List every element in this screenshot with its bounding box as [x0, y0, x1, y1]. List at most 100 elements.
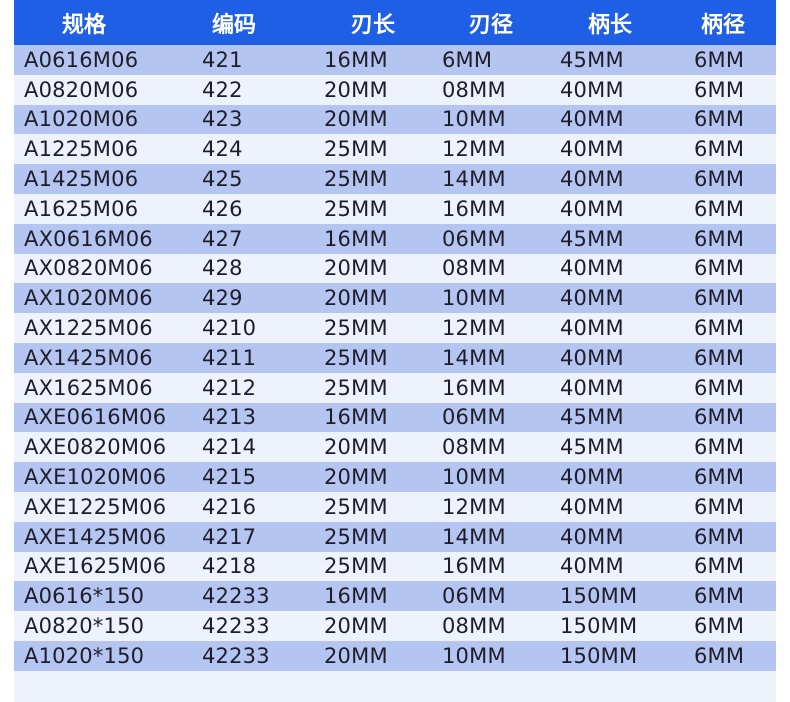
- cell-code: 428: [202, 256, 243, 281]
- table-row: AXE1225M06 4216 25MM 12MM 40MM 6MM: [14, 491, 776, 522]
- cell-shank-diameter: 6MM: [694, 554, 745, 579]
- table-row: AX1425M06 4211 25MM 14MM 40MM 6MM: [14, 342, 776, 373]
- cell-spec: AXE1425M06: [24, 524, 167, 549]
- cell-spec: A1625M06: [24, 196, 139, 221]
- cell-blade-length: 25MM: [324, 316, 388, 341]
- cell-spec: A0820*150: [24, 614, 145, 639]
- cell-shank-length: 40MM: [560, 554, 624, 579]
- cell-code: 42233: [202, 643, 270, 668]
- table-row: A0820*150 42233 20MM 08MM 150MM 6MM: [14, 611, 776, 641]
- cell-shank-diameter: 6MM: [694, 137, 745, 162]
- table-header: 规格 编码 刃长 刃径 柄长 柄径: [14, 0, 776, 45]
- cell-shank-length: 45MM: [560, 226, 624, 251]
- cell-blade-length: 20MM: [324, 614, 388, 639]
- cell-shank-diameter: 6MM: [694, 77, 745, 102]
- table-row: AX1225M06 4210 25MM 12MM 40MM 6MM: [14, 313, 776, 343]
- cell-shank-length: 40MM: [560, 524, 624, 549]
- cell-shank-length: 40MM: [560, 286, 624, 311]
- cell-code: 42233: [202, 614, 270, 639]
- table-row: A1225M06 424 25MM 12MM 40MM 6MM: [14, 134, 776, 165]
- header-shank-length: 柄长: [587, 12, 632, 38]
- cell-shank-diameter: 6MM: [694, 524, 745, 549]
- cell-blade-diameter: 10MM: [442, 107, 506, 132]
- cell-code: 4211: [202, 345, 257, 370]
- cell-blade-length: 25MM: [324, 345, 388, 370]
- table-row: AX1625M06 4212 25MM 16MM 40MM 6MM: [14, 372, 776, 403]
- cell-shank-length: 40MM: [560, 107, 624, 132]
- cell-blade-diameter: 06MM: [442, 584, 506, 609]
- cell-spec: A0616*150: [24, 584, 145, 609]
- cell-blade-length: 20MM: [324, 256, 388, 281]
- cell-shank-length: 45MM: [560, 405, 624, 430]
- cell-blade-diameter: 08MM: [442, 77, 506, 102]
- cell-code: 429: [202, 286, 243, 311]
- cell-shank-diameter: 6MM: [694, 226, 745, 251]
- cell-blade-length: 25MM: [324, 137, 388, 162]
- table-body: A0616M06 421 16MM 6MM 45MM 6MM A0820M06 422 20MM…: [14, 45, 776, 671]
- cell-shank-length: 40MM: [560, 77, 624, 102]
- cell-shank-diameter: 6MM: [694, 167, 745, 192]
- cell-spec: AX0616M06: [24, 226, 153, 251]
- table-row: AX0820M06 428 20MM 08MM 40MM 6MM: [14, 253, 776, 284]
- cell-shank-length: 40MM: [560, 196, 624, 221]
- cell-shank-diameter: 6MM: [694, 643, 745, 668]
- header-blade-length: 刃长: [350, 12, 395, 38]
- cell-blade-diameter: 12MM: [442, 137, 506, 162]
- cell-code: 4215: [202, 465, 257, 490]
- cell-shank-length: 40MM: [560, 316, 624, 341]
- table-row: A1625M06 426 25MM 16MM 40MM 6MM: [14, 193, 776, 224]
- cell-code: 427: [202, 226, 243, 251]
- cell-shank-length: 40MM: [560, 465, 624, 490]
- cell-shank-length: 40MM: [560, 345, 624, 370]
- cell-blade-length: 25MM: [324, 494, 388, 519]
- cell-blade-length: 16MM: [324, 226, 388, 251]
- cell-code: 4214: [202, 435, 257, 460]
- cell-spec: AX1625M06: [24, 375, 153, 400]
- cell-spec: A1020M06: [24, 107, 139, 132]
- cell-code: 421: [202, 47, 243, 72]
- cell-blade-length: 25MM: [324, 375, 388, 400]
- cell-shank-diameter: 6MM: [694, 286, 745, 311]
- cell-code: 4213: [202, 405, 257, 430]
- cell-blade-diameter: 06MM: [442, 405, 506, 430]
- table-row: A1020M06 423 20MM 10MM 40MM 6MM: [14, 104, 776, 135]
- cell-blade-diameter: 06MM: [442, 226, 506, 251]
- table-row: AXE1425M06 4217 25MM 14MM 40MM 6MM: [14, 521, 776, 552]
- cell-spec: A1020*150: [24, 643, 145, 668]
- cell-spec: AX1425M06: [24, 345, 153, 370]
- cell-code: 423: [202, 107, 243, 132]
- table-row: AXE1625M06 4218 25MM 16MM 40MM 6MM: [14, 551, 776, 582]
- cell-spec: A1225M06: [24, 137, 139, 162]
- cell-shank-length: 45MM: [560, 435, 624, 460]
- spec-table: 规格 编码 刃长 刃径 柄长 柄径 A0616M06 421 16MM 6MM 45MM…: [14, 0, 776, 702]
- cell-shank-length: 40MM: [560, 137, 624, 162]
- cell-shank-diameter: 6MM: [694, 47, 745, 72]
- cell-spec: AXE1625M06: [24, 554, 167, 579]
- cell-blade-diameter: 16MM: [442, 554, 506, 579]
- cell-shank-diameter: 6MM: [694, 494, 745, 519]
- cell-spec: AX1225M06: [24, 316, 153, 341]
- table-row: AXE0820M06 4214 20MM 08MM 45MM 6MM: [14, 432, 776, 463]
- cell-code: 4212: [202, 375, 257, 400]
- cell-shank-length: 150MM: [560, 643, 638, 668]
- cell-blade-length: 20MM: [324, 435, 388, 460]
- cell-spec: AX1020M06: [24, 286, 153, 311]
- cell-code: 4217: [202, 524, 257, 549]
- cell-blade-diameter: 6MM: [442, 47, 493, 72]
- cell-blade-diameter: 12MM: [442, 316, 506, 341]
- cell-blade-length: 16MM: [324, 584, 388, 609]
- cell-code: 425: [202, 167, 243, 192]
- cell-blade-length: 25MM: [324, 554, 388, 579]
- cell-spec: AXE0616M06: [24, 405, 167, 430]
- cell-blade-length: 25MM: [324, 196, 388, 221]
- cell-shank-diameter: 6MM: [694, 256, 745, 281]
- table-row: AXE1020M06 4215 20MM 10MM 40MM 6MM: [14, 462, 776, 492]
- header-code: 编码: [211, 12, 256, 38]
- cell-shank-length: 40MM: [560, 256, 624, 281]
- cell-blade-diameter: 08MM: [442, 256, 506, 281]
- table-row: A1020*150 42233 20MM 10MM 150MM 6MM: [14, 640, 776, 671]
- cell-code: 426: [202, 196, 243, 221]
- cell-blade-length: 20MM: [324, 465, 388, 490]
- table-row: A0820M06 422 20MM 08MM 40MM 6MM: [14, 74, 776, 105]
- cell-spec: A1425M06: [24, 167, 139, 192]
